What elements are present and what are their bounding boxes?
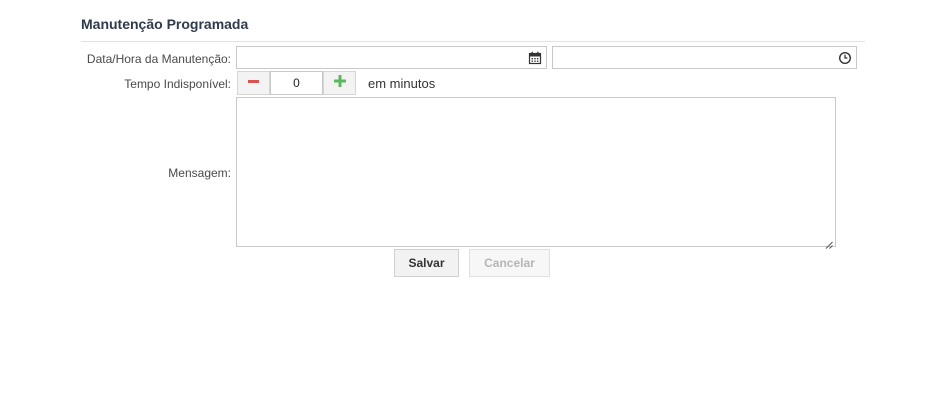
resize-grip-icon[interactable] [825,236,833,249]
decrement-button[interactable] [237,71,270,95]
increment-button[interactable] [323,71,356,95]
section-title: Manutenção Programada [81,16,249,32]
save-button[interactable]: Salvar [394,249,459,277]
title-divider [81,41,865,42]
cancel-button[interactable]: Cancelar [469,249,550,277]
downtime-label: Tempo Indisponível: [124,77,231,91]
downtime-input[interactable]: 0 [270,71,323,95]
date-field[interactable] [236,46,547,69]
time-field[interactable] [552,46,857,69]
time-input[interactable] [553,47,856,68]
message-textarea[interactable] [237,98,835,246]
message-field[interactable] [236,97,836,249]
date-input[interactable] [237,47,546,68]
calendar-icon[interactable] [528,51,542,65]
clock-icon[interactable] [838,51,852,65]
message-label: Mensagem: [168,166,231,180]
date-time-label: Data/Hora da Manutenção: [86,52,231,66]
plus-icon [333,74,346,92]
minus-icon [248,74,259,92]
downtime-unit: em minutos [368,76,436,91]
